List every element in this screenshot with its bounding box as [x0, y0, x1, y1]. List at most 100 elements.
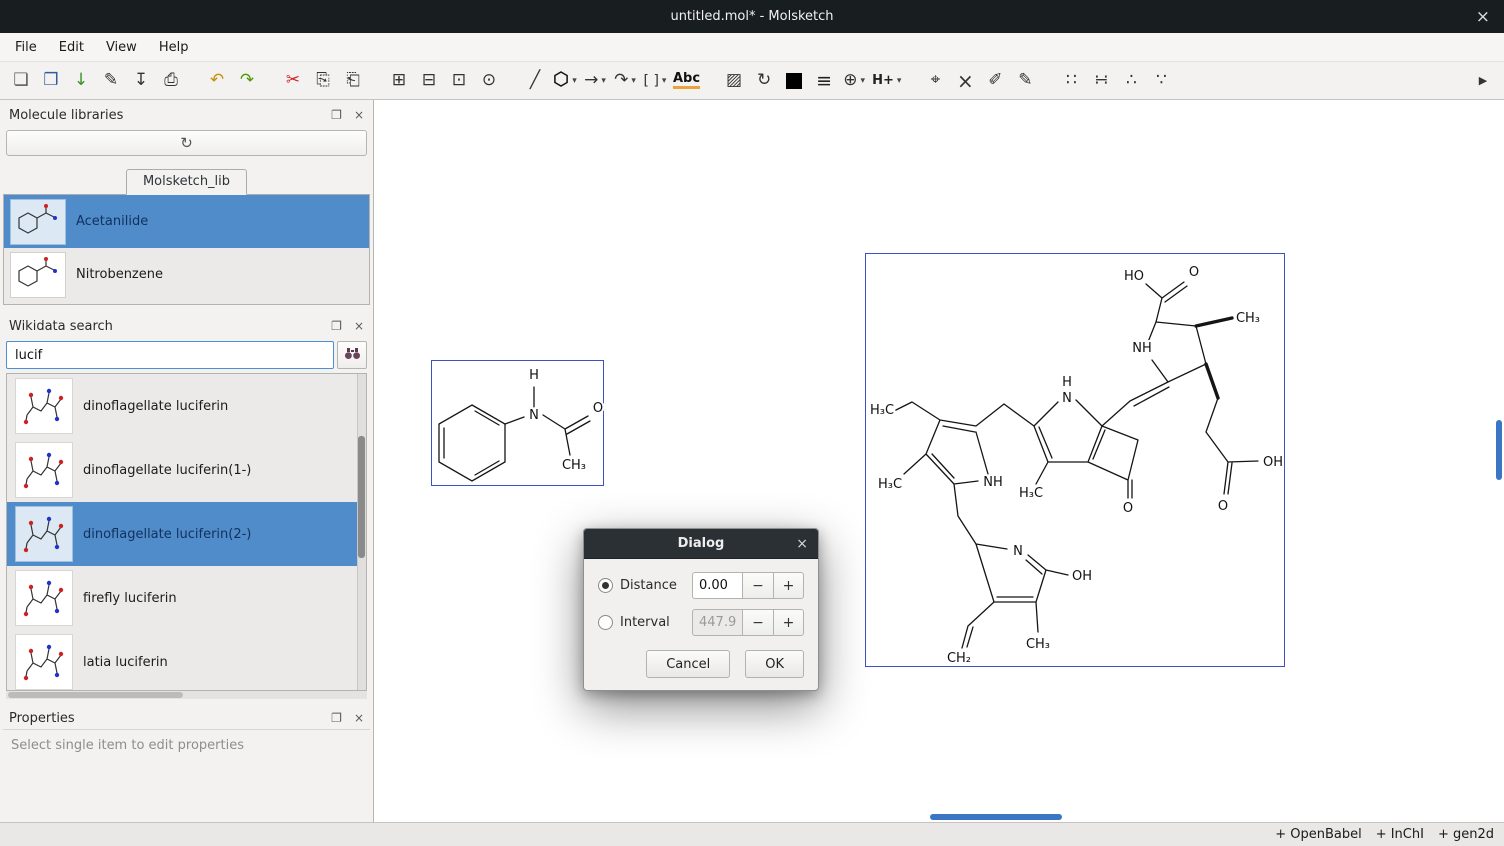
undo-button[interactable]: ↶ — [202, 66, 232, 96]
save-button[interactable]: ↓ — [66, 66, 96, 96]
interval-decrement-button[interactable]: − — [742, 609, 773, 636]
lone-pair-tool-4-button[interactable]: ∵ — [1146, 66, 1176, 96]
interval-increment-button[interactable]: + — [773, 609, 804, 636]
charge-tool-button[interactable]: ⊕ ▾ — [839, 66, 869, 96]
export-button[interactable]: ↧ — [126, 66, 156, 96]
wikidata-result-item[interactable]: latia luciferin — [7, 630, 366, 691]
copy-button[interactable]: ⎘ — [308, 66, 338, 96]
dialog-close-icon[interactable]: × — [796, 529, 808, 559]
lone-pair-3-icon: ∴ — [1126, 72, 1137, 89]
properties-title: Properties — [9, 711, 75, 726]
canvas-horizontal-scrollbar[interactable] — [930, 814, 1062, 820]
menu-help[interactable]: Help — [148, 35, 200, 60]
list-vertical-scrollbar-thumb[interactable] — [358, 436, 365, 558]
window-close-icon[interactable]: × — [1476, 0, 1490, 33]
atom-label: OH — [1263, 455, 1283, 470]
cut-icon: ✂ — [286, 72, 300, 89]
zoom-in-button[interactable]: ⊞ — [384, 66, 414, 96]
hydrogen-tool-button[interactable]: H+ ▾ — [869, 66, 904, 96]
close-dock-icon[interactable]: × — [354, 319, 364, 333]
color-picker-button[interactable] — [779, 66, 809, 96]
lone-pair-tool-3-button[interactable]: ∴ — [1116, 66, 1146, 96]
menu-edit[interactable]: Edit — [48, 35, 95, 60]
wikidata-result-item[interactable]: dinoflagellate luciferin(2-) — [7, 502, 366, 566]
cut-button[interactable]: ✂ — [278, 66, 308, 96]
save-as-button[interactable]: ✎ — [96, 66, 126, 96]
flip-vertical-button[interactable]: ✎ — [1010, 66, 1040, 96]
wedge-hash-tool-button[interactable]: ▨ — [719, 66, 749, 96]
wikidata-result-item[interactable]: dinoflagellate luciferin — [7, 374, 366, 438]
ring-tool-button[interactable]: ▾ — [550, 66, 580, 96]
status-inchi: + InChI — [1376, 827, 1424, 842]
selected-molecule-acetanilide[interactable]: H N O CH₃ — [431, 360, 604, 486]
wikidata-search-button[interactable] — [337, 341, 367, 369]
draw-bond-tool-button[interactable]: ╱ — [520, 66, 550, 96]
ok-button[interactable]: OK — [745, 650, 804, 678]
selected-molecule-luciferin[interactable]: HO O CH₃ NH OH O H N H₃C O H₃C H₃C NH N … — [865, 253, 1285, 667]
atom-label: N — [1013, 544, 1023, 559]
canvas-vertical-scrollbar[interactable] — [1496, 420, 1502, 480]
new-file-icon: ❏ — [13, 72, 28, 89]
drawing-canvas[interactable]: H N O CH₃ HO O CH₃ NH OH O H N H₃C O — [374, 100, 1504, 822]
flip-vertical-icon: ✎ — [1018, 72, 1032, 89]
undo-icon: ↶ — [210, 72, 224, 89]
distance-input[interactable] — [692, 572, 742, 599]
delete-tool-button[interactable]: × — [950, 66, 980, 96]
transform-tool-button[interactable]: ⌖ — [920, 66, 950, 96]
dropdown-caret-icon: ▾ — [662, 76, 667, 86]
distance-radio[interactable] — [598, 578, 613, 593]
tab-molsketch-lib[interactable]: Molsketch_lib — [126, 169, 247, 195]
transform-icon: ⌖ — [931, 72, 941, 89]
redo-button[interactable]: ↷ — [232, 66, 262, 96]
distance-increment-button[interactable]: + — [773, 572, 804, 599]
open-file-button[interactable]: ❒ — [36, 66, 66, 96]
interval-radio[interactable] — [598, 615, 613, 630]
toolbar-extension-button[interactable]: ▶ — [1468, 66, 1498, 96]
curve-arrow-tool-button[interactable]: ↷ ▾ — [610, 66, 640, 96]
atom-label: H₃C — [1019, 486, 1043, 501]
hash-wedge-icon: ▨ — [726, 72, 742, 89]
zoom-original-button[interactable]: ⊡ — [444, 66, 474, 96]
new-file-button[interactable]: ❏ — [6, 66, 36, 96]
wikidata-result-label: latia luciferin — [83, 655, 168, 670]
float-dock-icon[interactable]: ❐ — [331, 108, 342, 122]
float-dock-icon[interactable]: ❐ — [331, 319, 342, 333]
float-dock-icon[interactable]: ❐ — [331, 711, 342, 725]
flip-horizontal-button[interactable]: ✐ — [980, 66, 1010, 96]
zoom-fit-button[interactable]: ⊙ — [474, 66, 504, 96]
dialog-titlebar: Dialog × — [584, 529, 818, 559]
text-tool-button[interactable]: Abc — [670, 66, 703, 96]
paste-button[interactable]: ⎗ — [338, 66, 368, 96]
zoom-out-button[interactable]: ⊟ — [414, 66, 444, 96]
dialog-window: Dialog × Distance − + Interval − + Cance… — [583, 528, 819, 691]
wikidata-result-item[interactable]: dinoflagellate luciferin(1-) — [7, 438, 366, 502]
library-item[interactable]: Acetanilide — [4, 195, 369, 248]
atom-label: CH₃ — [562, 458, 586, 473]
wikidata-search-input[interactable] — [6, 341, 334, 369]
print-button[interactable]: ⎙ — [156, 66, 186, 96]
interval-input[interactable] — [692, 609, 742, 636]
lone-pair-tool-1-button[interactable]: ∷ — [1056, 66, 1086, 96]
rotate-tool-button[interactable]: ↻ — [749, 66, 779, 96]
wikidata-result-item[interactable]: firefly luciferin — [7, 566, 366, 630]
menu-file[interactable]: File — [4, 35, 48, 60]
library-item[interactable]: Nitrobenzene — [4, 248, 369, 301]
arrow-tool-button[interactable]: → ▾ — [580, 66, 610, 96]
close-dock-icon[interactable]: × — [354, 108, 364, 122]
hydrogen-icon: H+ — [872, 73, 894, 88]
list-horizontal-scrollbar-thumb[interactable] — [8, 692, 183, 698]
atom-label: O — [593, 401, 603, 416]
distance-decrement-button[interactable]: − — [742, 572, 773, 599]
print-icon: ⎙ — [164, 72, 178, 89]
cancel-button[interactable]: Cancel — [646, 650, 730, 678]
refresh-library-button[interactable]: ↻ — [6, 130, 367, 156]
close-dock-icon[interactable]: × — [354, 711, 364, 725]
zoom-out-icon: ⊟ — [422, 72, 436, 89]
atom-label: CH₂ — [947, 651, 971, 666]
bracket-tool-button[interactable]: [ ] ▾ — [640, 66, 670, 96]
delete-icon: × — [957, 71, 974, 91]
line-width-button[interactable]: ≡ — [809, 66, 839, 96]
menu-view[interactable]: View — [95, 35, 148, 60]
lone-pair-tool-2-button[interactable]: ∺ — [1086, 66, 1116, 96]
line-width-icon: ≡ — [816, 70, 832, 92]
